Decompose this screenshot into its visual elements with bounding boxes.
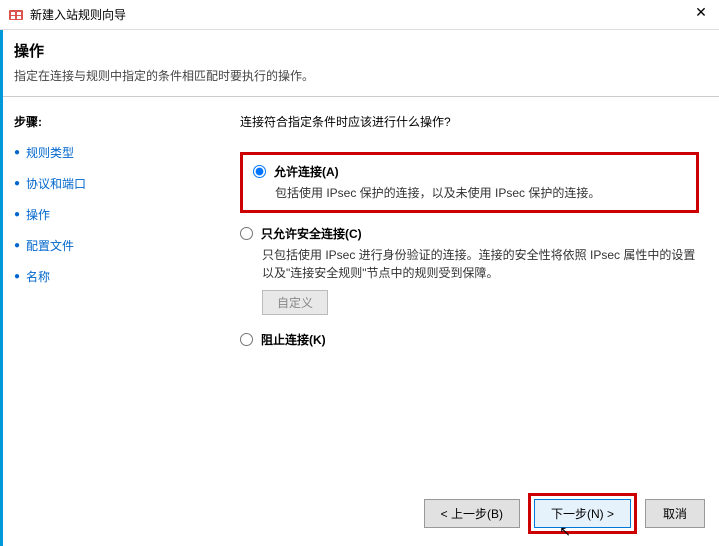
cancel-button[interactable]: 取消	[645, 499, 705, 528]
page-title: 操作	[14, 40, 705, 61]
bullet-icon: ●	[14, 147, 20, 158]
steps-sidebar: 步骤: ● 规则类型 ● 协议和端口 ● 操作 ● 配置文件 ● 名称	[0, 97, 200, 513]
window-title: 新建入站规则向导	[30, 6, 126, 23]
titlebar: 新建入站规则向导 ✕	[0, 0, 719, 30]
option-desc: 包括使用 IPsec 保护的连接，以及未使用 IPsec 保护的连接。	[275, 184, 686, 202]
step-profile[interactable]: ● 配置文件	[14, 237, 186, 254]
wizard-header: 操作 指定在连接与规则中指定的条件相匹配时要执行的操作。	[0, 30, 719, 97]
option-desc: 只包括使用 IPsec 进行身份验证的连接。连接的安全性将依照 IPsec 属性…	[262, 246, 699, 282]
radio-block[interactable]	[240, 333, 253, 346]
page-subtitle: 指定在连接与规则中指定的条件相匹配时要执行的操作。	[14, 67, 705, 84]
highlighted-option-allow: 允许连接(A) 包括使用 IPsec 保护的连接，以及未使用 IPsec 保护的…	[240, 152, 699, 213]
bullet-icon: ●	[14, 178, 20, 189]
firewall-icon	[8, 7, 24, 23]
step-label: 协议和端口	[26, 175, 86, 192]
step-action[interactable]: ● 操作	[14, 206, 186, 223]
close-button[interactable]: ✕	[691, 4, 711, 21]
content-panel: 连接符合指定条件时应该进行什么操作? 允许连接(A) 包括使用 IPsec 保护…	[200, 97, 719, 513]
content-question: 连接符合指定条件时应该进行什么操作?	[240, 113, 699, 130]
step-label: 操作	[26, 206, 50, 223]
option-label: 允许连接(A)	[274, 163, 339, 180]
option-label: 只允许安全连接(C)	[261, 225, 362, 242]
steps-heading: 步骤:	[14, 113, 186, 130]
step-protocol-ports[interactable]: ● 协议和端口	[14, 175, 186, 192]
step-name[interactable]: ● 名称	[14, 268, 186, 285]
step-label: 规则类型	[26, 144, 74, 161]
step-rule-type[interactable]: ● 规则类型	[14, 144, 186, 161]
option-block-connection[interactable]: 阻止连接(K)	[240, 331, 699, 348]
wizard-footer: < 上一步(B) 下一步(N) > 取消	[424, 493, 705, 534]
next-button[interactable]: 下一步(N) >	[534, 499, 631, 528]
option-secure-only: 只允许安全连接(C) 只包括使用 IPsec 进行身份验证的连接。连接的安全性将…	[240, 225, 699, 315]
option-block: 阻止连接(K)	[240, 331, 699, 348]
radio-secure[interactable]	[240, 227, 253, 240]
option-label: 阻止连接(K)	[261, 331, 326, 348]
option-allow-connection[interactable]: 允许连接(A)	[253, 163, 686, 180]
option-secure-connection[interactable]: 只允许安全连接(C)	[240, 225, 699, 242]
accent-border	[0, 30, 3, 546]
step-label: 配置文件	[26, 237, 74, 254]
bullet-icon: ●	[14, 271, 20, 282]
bullet-icon: ●	[14, 209, 20, 220]
main-content: 步骤: ● 规则类型 ● 协议和端口 ● 操作 ● 配置文件 ● 名称 连接符合…	[0, 97, 719, 513]
highlighted-next: 下一步(N) >	[528, 493, 637, 534]
customize-button: 自定义	[262, 290, 328, 315]
bullet-icon: ●	[14, 240, 20, 251]
radio-allow[interactable]	[253, 165, 266, 178]
step-label: 名称	[26, 268, 50, 285]
back-button[interactable]: < 上一步(B)	[424, 499, 520, 528]
